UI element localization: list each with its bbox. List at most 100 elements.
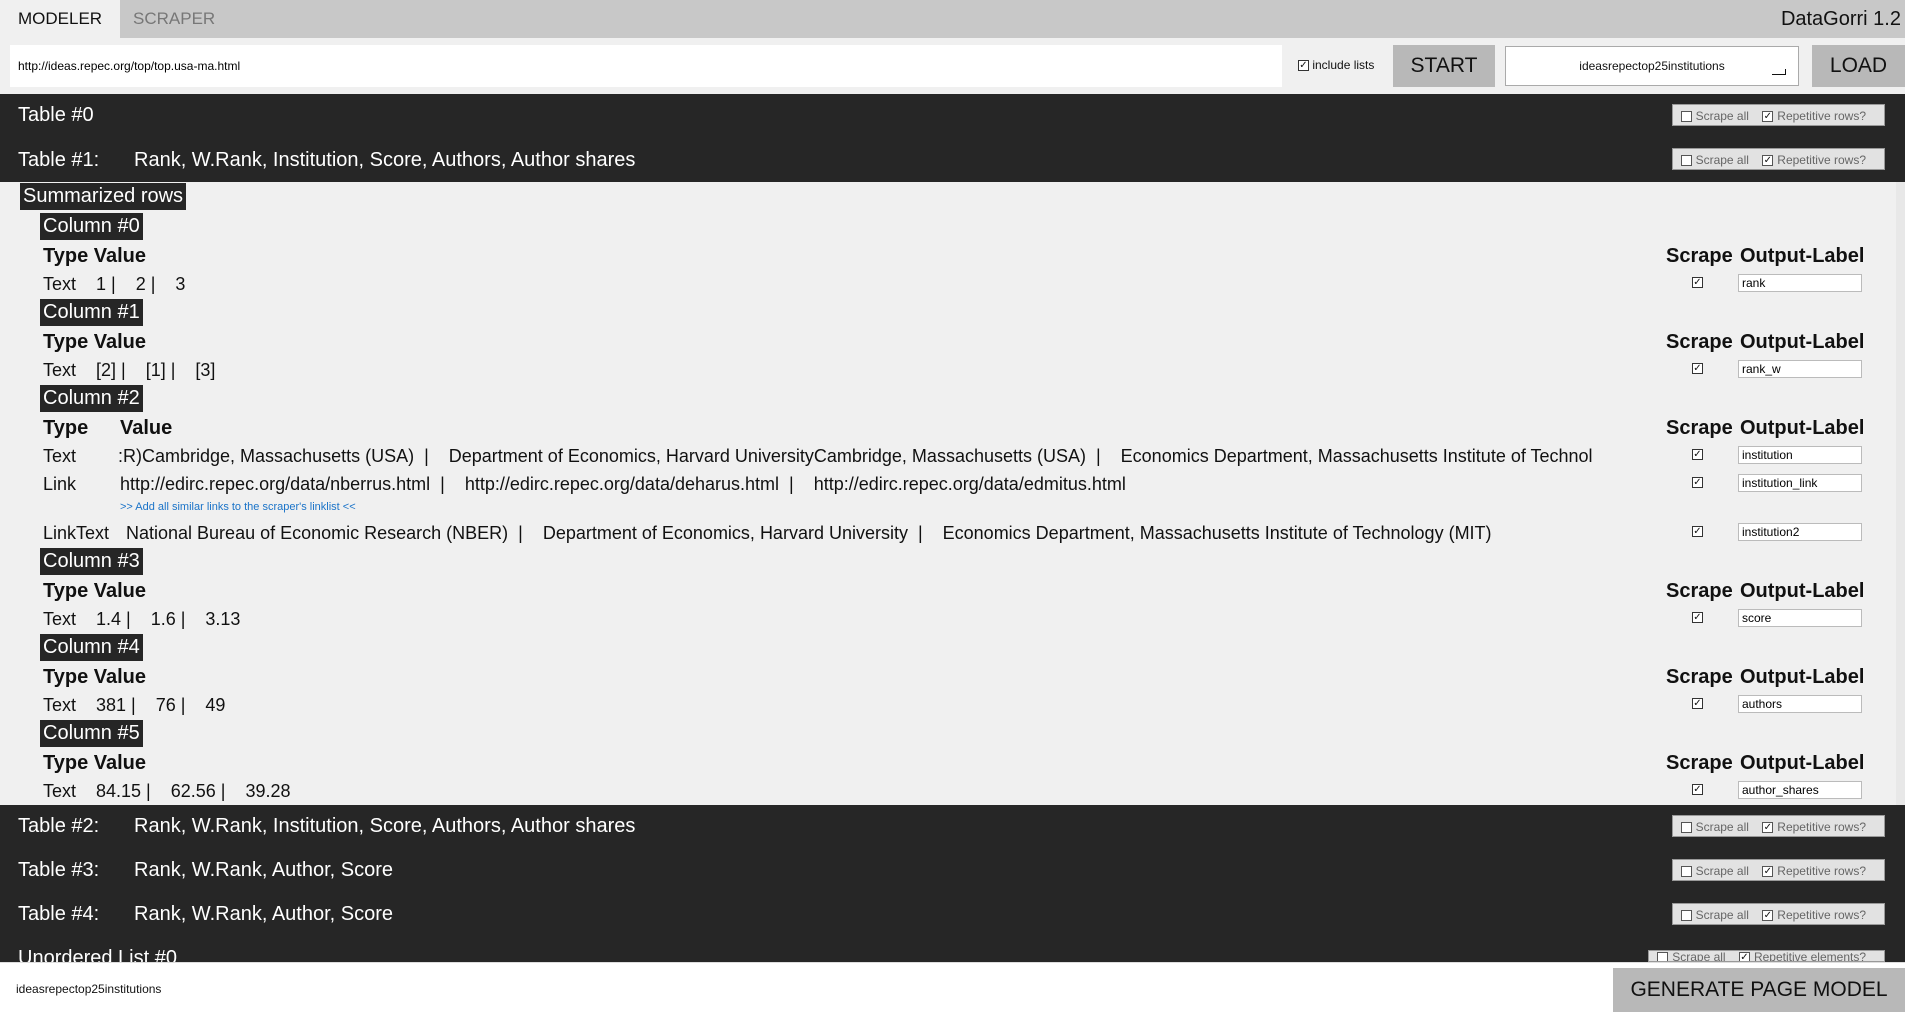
output-label-input[interactable] <box>1738 609 1862 627</box>
type-value-header: Type Value <box>43 666 147 688</box>
table-4-title[interactable]: Table #4: <box>18 903 99 926</box>
row-type: Text <box>43 609 77 629</box>
url-input[interactable] <box>10 45 1282 87</box>
include-lists-toggle[interactable]: ✓ include lists <box>1298 58 1374 72</box>
table-3-title[interactable]: Table #3: <box>18 859 99 882</box>
add-similar-links-link[interactable]: >> Add all similar links to the scraper'… <box>120 501 356 513</box>
output-label-header: Output-Label <box>1740 331 1865 353</box>
repetitive-rows-label: Repetitive rows? <box>1777 908 1866 922</box>
repetitive-rows-checkbox[interactable]: ✓ <box>1762 155 1774 167</box>
row-type: Link <box>43 474 77 494</box>
output-label-input[interactable] <box>1738 474 1862 492</box>
output-label-input[interactable] <box>1738 360 1862 378</box>
repetitive-rows-label: Repetitive rows? <box>1777 109 1866 123</box>
scrape-all-checkbox[interactable] <box>1680 910 1692 922</box>
scrape-checkbox[interactable]: ✓ <box>1692 363 1703 374</box>
repetitive-rows-checkbox[interactable]: ✓ <box>1762 822 1774 834</box>
repetitive-rows-label: Repetitive rows? <box>1777 153 1866 167</box>
column-2-heading: Column #2 <box>40 385 143 412</box>
scrape-checkbox[interactable]: ✓ <box>1692 698 1703 709</box>
scrape-all-checkbox[interactable] <box>1680 155 1692 167</box>
scrape-all-label: Scrape all <box>1695 153 1749 167</box>
load-button[interactable]: LOAD <box>1812 45 1905 87</box>
row-value: http://edirc.repec.org/data/nberrus.html… <box>120 474 1126 494</box>
generate-page-model-button[interactable]: GENERATE PAGE MODEL <box>1613 968 1905 1012</box>
content-scrollbar[interactable] <box>1896 182 1905 805</box>
tab-scraper[interactable]: SCRAPER <box>115 0 233 38</box>
column-4-heading: Column #4 <box>40 634 143 661</box>
scrape-all-label: Scrape all <box>1695 820 1749 834</box>
value-header: Value <box>120 417 173 439</box>
repetitive-elements-checkbox[interactable]: ✓ <box>1738 952 1750 961</box>
tab-modeler[interactable]: MODELER <box>0 0 121 38</box>
column-0-heading: Column #0 <box>40 213 143 240</box>
summarized-rows-heading: Summarized rows <box>20 183 187 210</box>
row-value: 84.15 | 62.56 | 39.28 <box>96 781 291 801</box>
table-0-options: Scrape all ✓ Repetitive rows? <box>1671 104 1885 126</box>
scrape-checkbox[interactable]: ✓ <box>1692 526 1703 537</box>
row-value: 1 | 2 | 3 <box>96 274 186 294</box>
table-2-title[interactable]: Table #2: <box>18 815 99 838</box>
scrape-header: Scrape <box>1666 666 1733 688</box>
scrape-all-checkbox[interactable] <box>1680 822 1692 834</box>
row-value: National Bureau of Economic Research (NB… <box>126 523 1492 543</box>
scrape-all-label: Scrape all <box>1695 109 1749 123</box>
dropdown-icon <box>1772 69 1786 75</box>
scrape-checkbox[interactable]: ✓ <box>1692 449 1703 460</box>
repetitive-elements-label: Repetitive elements? <box>1753 950 1866 962</box>
type-value-header: Type Value <box>43 752 147 774</box>
start-button[interactable]: START <box>1393 45 1495 87</box>
output-label-input[interactable] <box>1738 274 1862 292</box>
table-1-detail: Summarized rows Column #0 Type Value Scr… <box>0 182 1905 805</box>
scrape-checkbox[interactable]: ✓ <box>1692 277 1703 288</box>
top-bar <box>0 0 1905 38</box>
output-label-input[interactable] <box>1738 523 1862 541</box>
column-1-heading: Column #1 <box>40 299 143 326</box>
row-value: 381 | 76 | 49 <box>96 695 226 715</box>
row-value: :R)Cambridge, Massachusetts (USA) | Depa… <box>118 446 1593 466</box>
scrape-all-checkbox[interactable] <box>1657 952 1669 961</box>
table-1-columns: Rank, W.Rank, Institution, Score, Author… <box>134 149 636 171</box>
column-3-heading: Column #3 <box>40 548 143 575</box>
table-1-title[interactable]: Table #1: <box>18 149 99 172</box>
repetitive-rows-checkbox[interactable]: ✓ <box>1762 910 1774 922</box>
scrape-header: Scrape <box>1666 331 1733 353</box>
scrape-all-checkbox[interactable] <box>1680 111 1692 123</box>
unordered-list-0-options: Scrape all ✓ Repetitive elements? <box>1648 950 1885 962</box>
column-5-heading: Column #5 <box>40 720 143 747</box>
output-label-input[interactable] <box>1738 695 1862 713</box>
repetitive-rows-checkbox[interactable]: ✓ <box>1762 866 1774 878</box>
row-type: Text <box>43 446 77 466</box>
model-select[interactable]: ideasrepectop25institutions <box>1505 46 1799 86</box>
unordered-list-0-title[interactable]: Unordered List #0 <box>18 947 177 962</box>
table-4-columns: Rank, W.Rank, Author, Score <box>134 903 394 925</box>
type-value-header: Type Value <box>43 580 147 602</box>
row-type: Text <box>43 360 77 380</box>
table-2-options: Scrape all ✓ Repetitive rows? <box>1671 815 1885 837</box>
table-2-columns: Rank, W.Rank, Institution, Score, Author… <box>134 815 636 837</box>
row-type: LinkText <box>43 523 110 543</box>
scrape-all-checkbox[interactable] <box>1680 866 1692 878</box>
scrape-header: Scrape <box>1666 580 1733 602</box>
output-label-header: Output-Label <box>1740 666 1865 688</box>
type-value-header: Type Value <box>43 331 147 353</box>
output-label-input[interactable] <box>1738 781 1862 799</box>
type-header: Type <box>43 417 89 439</box>
model-name-field[interactable]: ideasrepectop25institutions <box>16 982 161 996</box>
row-type: Text <box>43 274 77 294</box>
scrape-checkbox[interactable]: ✓ <box>1692 612 1703 623</box>
scrape-all-label: Scrape all <box>1672 950 1726 962</box>
table-1-options: Scrape all ✓ Repetitive rows? <box>1671 148 1885 170</box>
output-label-input[interactable] <box>1738 446 1862 464</box>
output-label-header: Output-Label <box>1740 580 1865 602</box>
include-lists-label: include lists <box>1312 58 1375 72</box>
scrape-all-label: Scrape all <box>1695 908 1749 922</box>
output-label-header: Output-Label <box>1740 245 1865 267</box>
include-lists-checkbox[interactable]: ✓ <box>1298 60 1309 72</box>
scrape-checkbox[interactable]: ✓ <box>1692 784 1703 795</box>
table-0-title[interactable]: Table #0 <box>18 104 94 127</box>
repetitive-rows-checkbox[interactable]: ✓ <box>1762 111 1774 123</box>
row-value: 1.4 | 1.6 | 3.13 <box>96 609 241 629</box>
scrape-header: Scrape <box>1666 417 1733 439</box>
scrape-checkbox[interactable]: ✓ <box>1692 477 1703 488</box>
